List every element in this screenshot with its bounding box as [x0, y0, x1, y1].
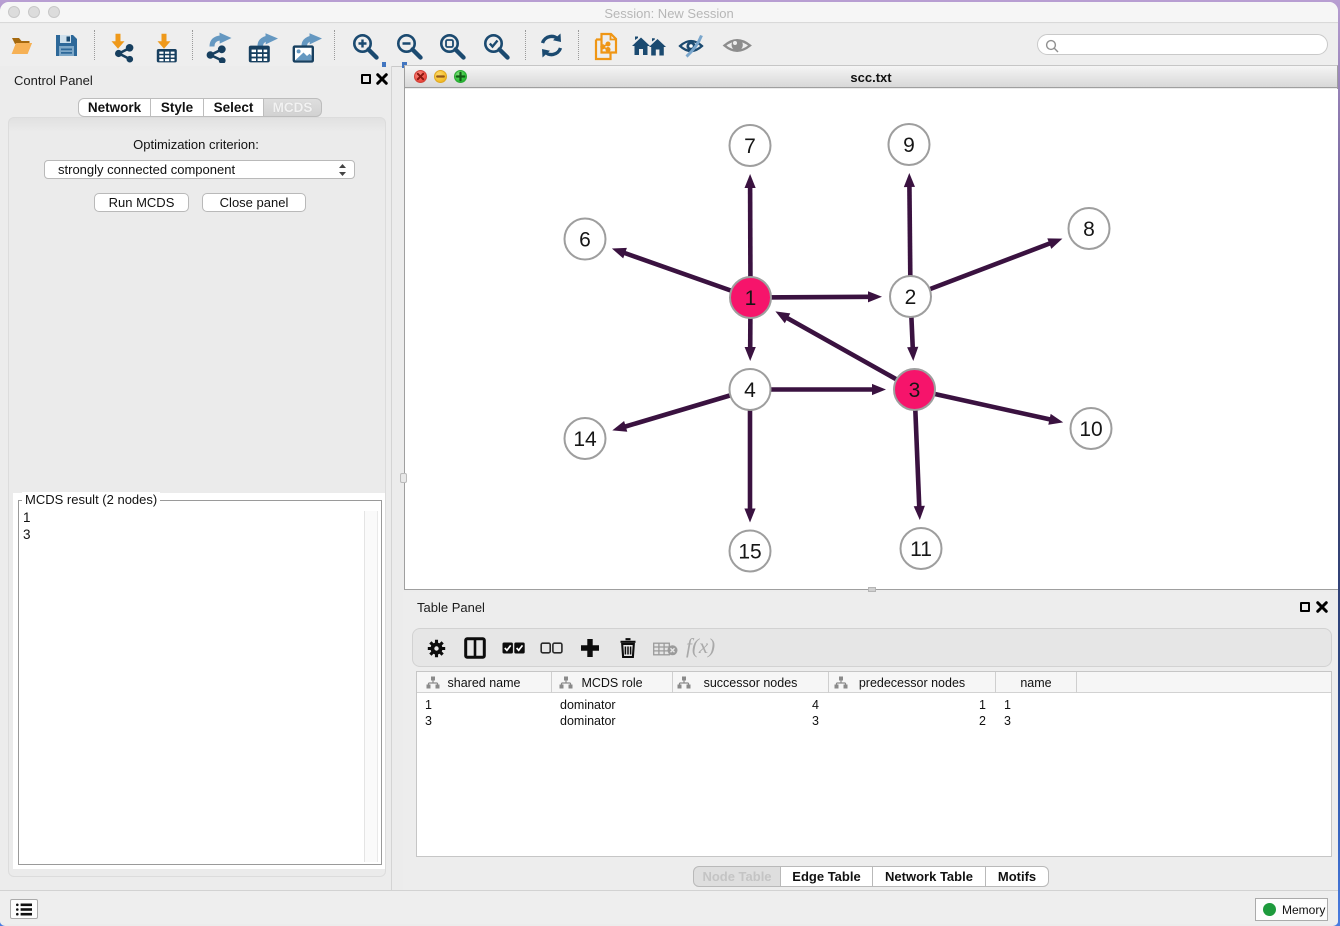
svg-text:8: 8: [1083, 218, 1095, 241]
svg-text:6: 6: [579, 229, 591, 252]
svg-text:14: 14: [573, 428, 597, 451]
svg-text:1: 1: [745, 287, 757, 310]
svg-text:11: 11: [910, 538, 932, 561]
svg-text:9: 9: [903, 134, 915, 157]
svg-text:2: 2: [905, 286, 917, 309]
svg-text:10: 10: [1079, 418, 1102, 441]
svg-text:3: 3: [909, 379, 921, 402]
svg-text:15: 15: [738, 541, 761, 564]
svg-text:7: 7: [744, 135, 756, 158]
svg-text:4: 4: [744, 379, 756, 402]
